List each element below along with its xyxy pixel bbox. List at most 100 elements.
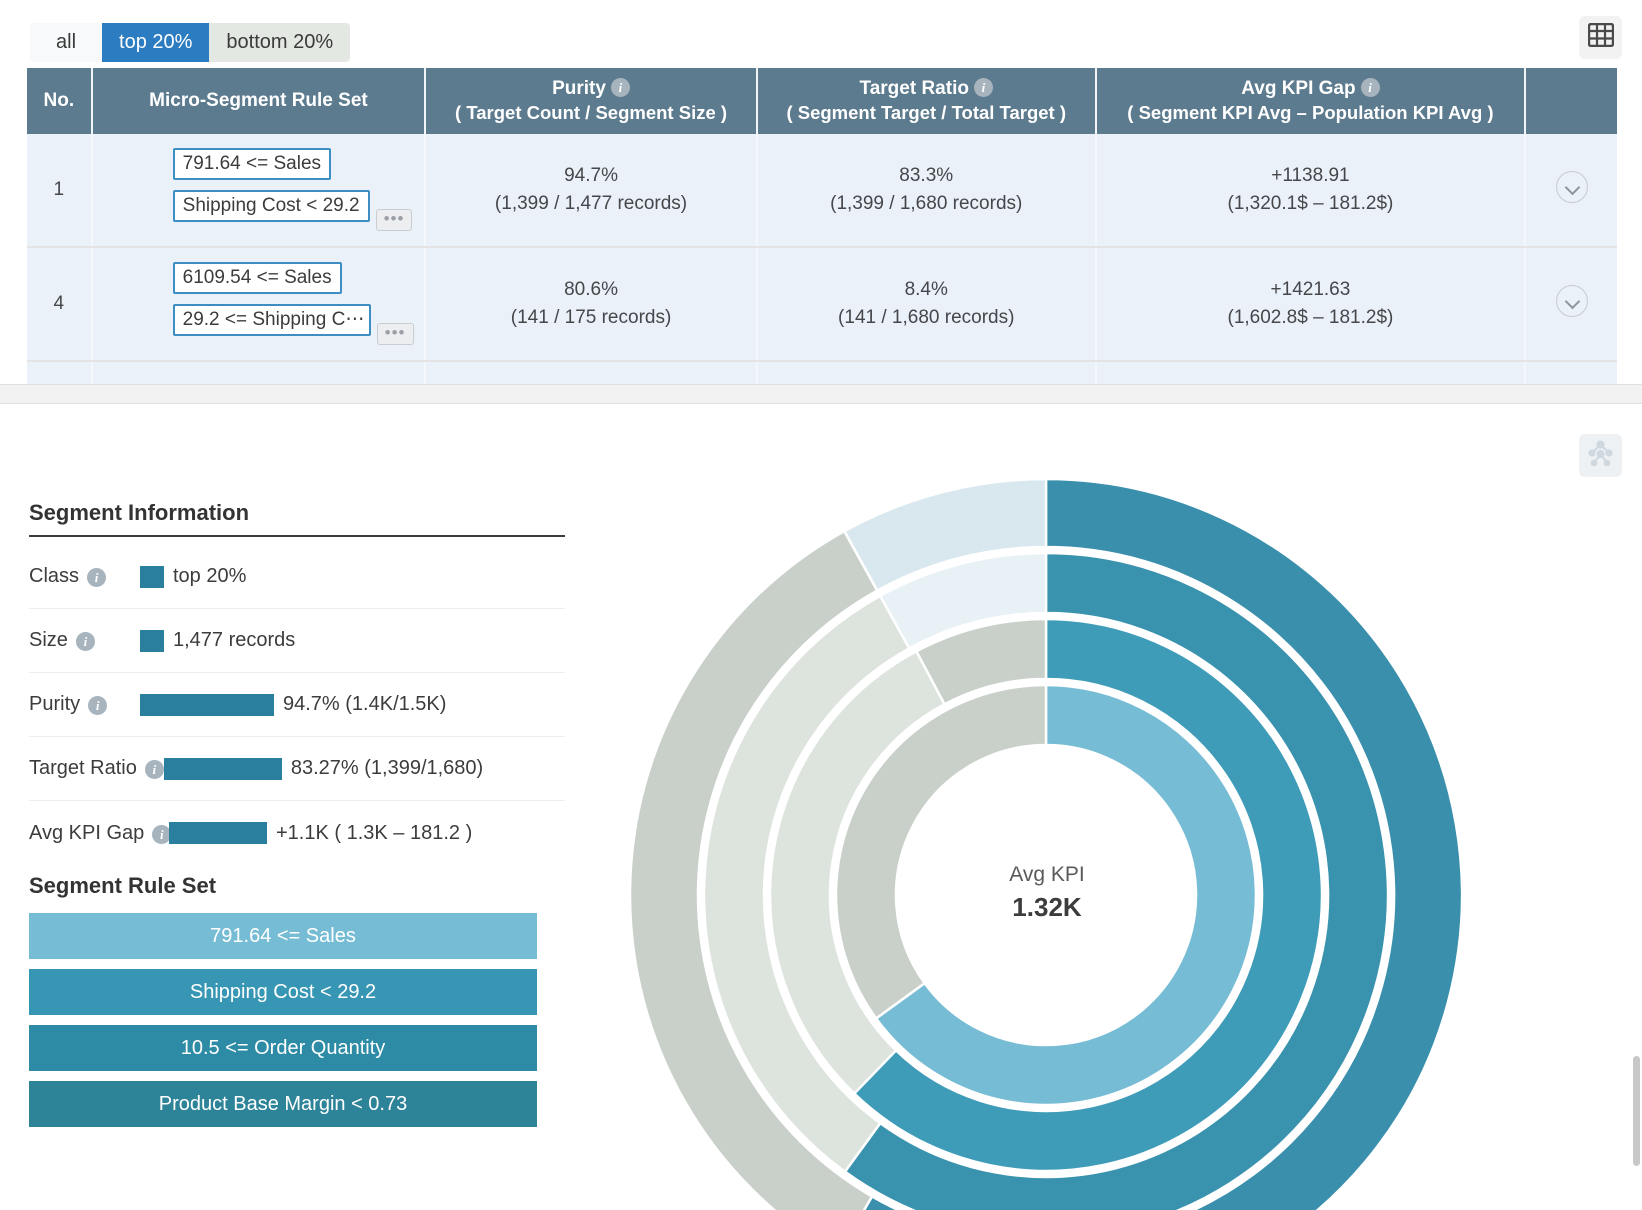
chevron-down-icon[interactable] [1555, 285, 1588, 317]
target-ratio-bar [163, 757, 282, 780]
column-header-target-ratio[interactable]: Target Ratio i ( Segment Target / Total T… [756, 68, 1097, 134]
table-body: 1 791.64 <= Sales Shipping Cost < 29.2••… [27, 134, 1617, 384]
avg-kpi-gap-value-detail: +1.1K ( 1.3K – 181.2 ) [276, 821, 473, 844]
column-target-ratio-title: Target Ratio [859, 78, 969, 99]
row-rule-set: 791.64 <= Sales Shipping Cost < 29.2••• [91, 134, 427, 248]
target-ratio-info-icon[interactable]: i [973, 78, 993, 97]
rule-chip[interactable]: Shipping Cost < 29.2 [172, 190, 370, 222]
avg-kpi-gap-value: +1421.63 [1270, 279, 1351, 300]
row-rule-set [91, 361, 427, 384]
micro-segment-table: No. Micro-Segment Rule Set Purity i ( Tar… [27, 68, 1617, 384]
size-info-icon[interactable]: i [75, 632, 95, 651]
info-label-purity: Purity [29, 693, 81, 715]
rule-bar-1[interactable]: 791.64 <= Sales [29, 913, 537, 959]
chevron-down-icon[interactable] [1555, 171, 1588, 203]
table-grid-icon [1587, 22, 1614, 52]
rule-bar-3[interactable]: 10.5 <= Order Quantity [29, 1025, 537, 1071]
sunburst-ring-1-innermost [834, 683, 1258, 1107]
table-row[interactable]: 4 6109.54 <= Sales 29.2 <= Shipping C⋯••… [27, 247, 1617, 362]
sunburst-svg[interactable] [600, 405, 1642, 1210]
info-row-purity: Purity i 94.7% (1.4K/1.5K) [29, 673, 565, 737]
rule-chip[interactable]: 29.2 <= Shipping C⋯ [172, 304, 371, 336]
row-purity: 94.7% (1,399 / 1,477 records) [425, 134, 758, 248]
avg-kpi-gap-detail: (1,602.8$ – 181.2$) [1227, 307, 1394, 328]
column-header-expand [1525, 68, 1617, 134]
column-target-ratio-sub: ( Segment Target / Total Target ) [786, 102, 1067, 123]
rule-chip[interactable]: 6109.54 <= Sales [172, 262, 342, 294]
class-filter-segmented-control[interactable]: all top 20% bottom 20% [30, 23, 351, 62]
column-header-no[interactable]: No. [27, 68, 93, 134]
row-expand-cell [1525, 134, 1617, 248]
purity-info-icon[interactable]: i [610, 78, 630, 97]
row-target-ratio [756, 361, 1097, 384]
filter-all[interactable]: all [30, 23, 103, 62]
row-avg-kpi-gap [1095, 361, 1527, 384]
avg-kpi-gap-info-icon[interactable]: i [1360, 78, 1380, 97]
purity-value: 80.6% [564, 279, 618, 300]
size-swatch [140, 629, 164, 652]
segment-information-list: Classi top 20% Sizei 1,477 records Pur [29, 545, 565, 865]
column-header-avg-kpi-gap[interactable]: Avg KPI Gap i ( Segment KPI Avg – Populat… [1095, 68, 1527, 134]
row-purity [425, 361, 758, 384]
column-purity-sub: ( Target Count / Segment Size ) [455, 102, 728, 123]
row-purity: 80.6% (141 / 175 records) [425, 247, 758, 362]
column-purity-title: Purity [552, 78, 606, 99]
rule-bar-4[interactable]: Product Base Margin < 0.73 [29, 1081, 537, 1127]
info-row-size: Size i 1,477 records [29, 609, 565, 673]
class-info-icon[interactable]: i [87, 568, 107, 587]
more-rules-button[interactable]: ••• [375, 209, 413, 231]
rule-bar-2[interactable]: Shipping Cost < 29.2 [29, 969, 537, 1015]
column-header-purity[interactable]: Purity i ( Target Count / Segment Size ) [425, 68, 758, 134]
row-number [27, 361, 93, 384]
row-rule-set: 6109.54 <= Sales 29.2 <= Shipping C⋯••• [91, 247, 427, 362]
more-rules-button[interactable]: ••• [376, 323, 414, 345]
filter-top-20[interactable]: top 20% [102, 23, 210, 62]
rule-chip[interactable]: 791.64 <= Sales [172, 148, 332, 180]
target-ratio-value: 8.4% [904, 279, 948, 300]
table-grid-view-button[interactable] [1579, 16, 1622, 59]
size-value: 1,477 records [173, 629, 296, 651]
sunburst-chart[interactable] [600, 405, 1642, 1210]
class-value: top 20% [173, 565, 247, 587]
purity-info-icon-detail[interactable]: i [88, 696, 108, 715]
row-number: 1 [27, 134, 93, 248]
row-expand-cell [1525, 361, 1617, 384]
info-label-class: Class [29, 565, 80, 587]
row-expand-cell [1525, 247, 1617, 362]
table-row[interactable]: 1 791.64 <= Sales Shipping Cost < 29.2••… [27, 134, 1617, 248]
segment-information-title: Segment Information [29, 500, 565, 537]
avg-kpi-gap-detail: (1,320.1$ – 181.2$) [1227, 193, 1394, 214]
purity-bar [140, 693, 274, 716]
purity-detail: (141 / 175 records) [510, 307, 672, 328]
table-row[interactable] [27, 361, 1617, 384]
filter-bottom-20[interactable]: bottom 20% [209, 23, 350, 62]
page-scrollbar-thumb[interactable] [1633, 1056, 1640, 1166]
purity-detail: (1,399 / 1,477 records) [494, 193, 688, 214]
row-target-ratio: 83.3% (1,399 / 1,680 records) [756, 134, 1097, 248]
avg-kpi-gap-bar [169, 822, 267, 844]
target-ratio-info-icon-detail[interactable]: i [144, 760, 164, 779]
info-label-avg-kpi-gap: Avg KPI Gap [29, 821, 145, 844]
target-ratio-detail: (141 / 1,680 records) [838, 307, 1015, 328]
column-avg-kpi-gap-title: Avg KPI Gap [1241, 78, 1356, 99]
column-header-rule-set[interactable]: Micro-Segment Rule Set [91, 68, 427, 134]
info-row-avg-kpi-gap: Avg KPI Gap i +1.1K ( 1.3K – 181.2 ) [29, 801, 565, 865]
app-root: all top 20% bottom 20% No. Micro-Segment… [0, 0, 1642, 1210]
micro-segment-table-panel: all top 20% bottom 20% No. Micro-Segment… [0, 0, 1642, 384]
panel-splitter[interactable] [0, 384, 1642, 404]
table-header-row: No. Micro-Segment Rule Set Purity i ( Tar… [27, 68, 1617, 134]
segment-rule-set-title: Segment Rule Set [29, 873, 217, 898]
table-header: No. Micro-Segment Rule Set Purity i ( Tar… [27, 68, 1617, 134]
target-ratio-detail: (1,399 / 1,680 records) [830, 193, 1023, 214]
row-number: 4 [27, 247, 93, 362]
class-swatch [140, 565, 164, 588]
row-avg-kpi-gap: +1421.63 (1,602.8$ – 181.2$) [1095, 247, 1527, 362]
segment-rule-set-list: 791.64 <= Sales Shipping Cost < 29.2 10.… [29, 913, 537, 1137]
row-avg-kpi-gap: +1138.91 (1,320.1$ – 181.2$) [1095, 134, 1527, 248]
info-label-target-ratio: Target Ratio [29, 757, 137, 779]
table-toolbar: all top 20% bottom 20% [0, 0, 1642, 66]
column-avg-kpi-gap-sub: ( Segment KPI Avg – Population KPI Avg ) [1127, 102, 1494, 123]
info-row-target-ratio: Target Ratio i 83.27% (1,399/1,680) [29, 737, 565, 801]
info-label-size: Size [29, 629, 68, 651]
target-ratio-value-detail: 83.27% (1,399/1,680) [290, 757, 484, 779]
